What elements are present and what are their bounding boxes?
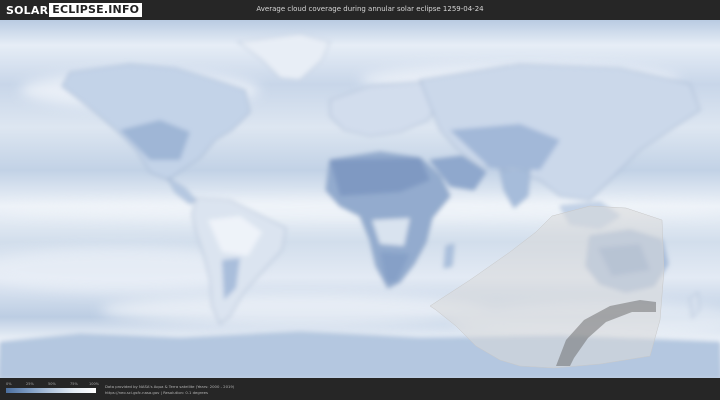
legend-tick-0: 0%: [6, 382, 12, 386]
data-source-link[interactable]: https://neo.sci.gsfc.nasa.gov | Resoluti…: [105, 390, 208, 395]
page-title: Average cloud coverage during annular so…: [256, 5, 484, 13]
legend-tick-25: 25%: [26, 382, 34, 386]
legend-tick-100: 100%: [89, 382, 100, 386]
data-credit-text: Data provided by NASA's Aqua & Terra sat…: [105, 384, 235, 389]
legend-tick-labels: 0% 25% 50% 75% 100%: [6, 382, 100, 387]
site-logo[interactable]: SOLAR ECLIPSE.INFO: [6, 3, 143, 17]
legend-tick-75: 75%: [70, 382, 78, 386]
header-bar: SOLAR ECLIPSE.INFO Average cloud coverag…: [0, 0, 720, 20]
logo-solar-text: SOLAR: [6, 3, 49, 17]
cloud-coverage-map: [0, 20, 720, 378]
logo-eclipse-text: ECLIPSE.INFO: [49, 3, 143, 17]
footer-bar: 0% 25% 50% 75% 100% Data provided by NAS…: [0, 378, 720, 400]
cloud-coverage-legend-bar: [6, 388, 96, 393]
legend-tick-50: 50%: [48, 382, 56, 386]
